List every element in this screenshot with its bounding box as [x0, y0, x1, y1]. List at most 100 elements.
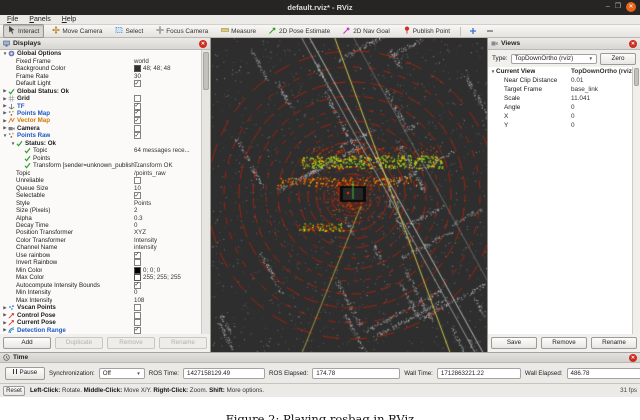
- display-row-current-pose[interactable]: ▶Current Pose: [0, 319, 202, 326]
- tool-2d-nav-goal[interactable]: 2D Nav Goal: [338, 24, 395, 38]
- property-row-use-rainbow[interactable]: Use rainbow: [0, 252, 202, 259]
- tool-measure[interactable]: Measure: [216, 24, 261, 38]
- views-scrollbar[interactable]: [632, 67, 640, 334]
- displays-scrollbar[interactable]: [201, 50, 210, 334]
- checkbox[interactable]: [134, 95, 141, 102]
- property-row-style[interactable]: StylePoints: [0, 199, 202, 206]
- property-row-status-ok[interactable]: ▼Status: Ok: [0, 140, 202, 147]
- sync-dropdown[interactable]: Off ▼: [99, 368, 145, 379]
- tool-2d-pose-estimate[interactable]: 2D Pose Estimate: [264, 24, 335, 38]
- tool-move-camera[interactable]: Move Camera: [47, 24, 107, 38]
- property-row-near-clip-distance[interactable]: Near Clip Distance0.01: [488, 76, 633, 85]
- display-row-vscan-points[interactable]: ▶Vscan Points: [0, 304, 202, 311]
- 3d-viewport[interactable]: [211, 38, 487, 352]
- property-row-scale[interactable]: Scale11.041: [488, 94, 633, 103]
- close-panel-icon[interactable]: ✕: [199, 40, 207, 48]
- close-panel-icon[interactable]: ✕: [629, 354, 637, 362]
- property-row-queue-size[interactable]: Queue Size10: [0, 184, 202, 191]
- tool-focus-camera[interactable]: Focus Camera: [151, 24, 213, 38]
- display-row-global-options[interactable]: ▼Global Options: [0, 50, 202, 57]
- property-row-max-intensity[interactable]: Max Intensity108: [0, 296, 202, 303]
- display-row-tf[interactable]: ▶TF: [0, 102, 202, 109]
- rename-button[interactable]: Rename: [591, 337, 637, 349]
- property-row-unreliable[interactable]: Unreliable: [0, 177, 202, 184]
- menu-panels[interactable]: Panels: [29, 16, 50, 23]
- add-tool-button[interactable]: [466, 25, 480, 37]
- checkbox[interactable]: [134, 103, 141, 110]
- display-row-grid[interactable]: ▶Grid: [0, 95, 202, 102]
- wall-elapsed-field[interactable]: 486.78: [567, 368, 640, 379]
- checkbox[interactable]: [134, 110, 141, 117]
- pause-button[interactable]: Pause: [5, 367, 45, 380]
- property-row-alpha[interactable]: Alpha0.3: [0, 214, 202, 221]
- display-row-control-pose[interactable]: ▶Control Pose: [0, 311, 202, 318]
- property-row-selectable[interactable]: Selectable: [0, 192, 202, 199]
- tool-publish-point[interactable]: Publish Point: [398, 24, 455, 38]
- property-row-decay-time[interactable]: Decay Time0: [0, 222, 202, 229]
- property-row-size-pixels[interactable]: Size (Pixels)2: [0, 207, 202, 214]
- tool-interact[interactable]: Interact: [3, 24, 44, 38]
- title-bar[interactable]: default.rviz* - RViz – ❐ ✕: [0, 0, 640, 15]
- checkbox[interactable]: [134, 132, 141, 139]
- displays-panel-header[interactable]: Displays ✕: [0, 38, 210, 50]
- time-panel-header[interactable]: Time ✕: [0, 353, 640, 363]
- property-row-background-color[interactable]: Background Color48; 48; 48: [0, 65, 202, 72]
- checkbox[interactable]: [134, 319, 141, 326]
- property-row-x[interactable]: X0: [488, 112, 633, 121]
- display-row-detection-range[interactable]: ▶Detection Range: [0, 326, 202, 333]
- display-row-points-map[interactable]: ▶Points Map: [0, 110, 202, 117]
- add-button[interactable]: Add: [3, 337, 51, 349]
- checkbox[interactable]: [134, 327, 141, 334]
- property-row-invert-rainbow[interactable]: Invert Rainbow: [0, 259, 202, 266]
- views-panel-header[interactable]: Views ✕: [488, 38, 640, 50]
- remove-button[interactable]: Remove: [541, 337, 587, 349]
- ros-time-field[interactable]: 1427158129.49: [183, 368, 265, 379]
- property-row-fixed-frame[interactable]: Fixed Frameworld: [0, 57, 202, 64]
- close-panel-icon[interactable]: ✕: [629, 40, 637, 48]
- property-row-topic[interactable]: Topic/points_raw: [0, 170, 202, 177]
- checkbox[interactable]: [134, 177, 141, 184]
- minimize-icon[interactable]: –: [606, 2, 610, 12]
- display-row-points-raw[interactable]: ▼Points Raw: [0, 132, 202, 139]
- checkbox[interactable]: [134, 259, 141, 266]
- display-row-global-status-ok[interactable]: ▶Global Status: Ok: [0, 87, 202, 94]
- property-row-position-transformer[interactable]: Position TransformerXYZ: [0, 229, 202, 236]
- checkbox[interactable]: [134, 312, 141, 319]
- checkbox[interactable]: [134, 192, 141, 199]
- property-row-autocompute-intensity-bounds[interactable]: Autocompute Intensity Bounds: [0, 282, 202, 289]
- property-row-max-color[interactable]: Max Color255; 255; 255: [0, 274, 202, 281]
- display-row-camera[interactable]: ▶Camera: [0, 125, 202, 132]
- remove-tool-button[interactable]: [483, 25, 497, 37]
- checkbox[interactable]: [134, 125, 141, 132]
- display-row-vector-map[interactable]: ▶Vector Map: [0, 117, 202, 124]
- wall-time-field[interactable]: 1712863221.22: [437, 368, 521, 379]
- property-row-min-intensity[interactable]: Min Intensity0: [0, 289, 202, 296]
- property-row-frame-rate[interactable]: Frame Rate30: [0, 72, 202, 79]
- view-type-dropdown[interactable]: TopDownOrtho (rviz) ▼: [511, 54, 597, 64]
- property-row-current-view[interactable]: ▼Current ViewTopDownOrtho (rviz): [488, 67, 633, 76]
- menu-help[interactable]: Help: [62, 16, 76, 23]
- zero-button[interactable]: Zero: [600, 53, 636, 65]
- checkbox[interactable]: [134, 282, 141, 289]
- property-row-target-frame[interactable]: Target Framebase_link: [488, 85, 633, 94]
- checkbox[interactable]: [134, 252, 141, 259]
- menu-file[interactable]: File: [7, 16, 18, 23]
- property-row-y[interactable]: Y0: [488, 121, 633, 130]
- property-row-min-color[interactable]: Min Color0; 0; 0: [0, 267, 202, 274]
- close-icon[interactable]: ✕: [626, 2, 636, 12]
- maximize-icon[interactable]: ❐: [615, 2, 621, 12]
- ros-elapsed-field[interactable]: 174.78: [312, 368, 400, 379]
- property-row-transform-sender-unknown-publish[interactable]: Transform [sender=unknown_publish...Tran…: [0, 162, 202, 169]
- checkbox[interactable]: [134, 80, 141, 87]
- checkbox[interactable]: [134, 304, 141, 311]
- reset-button[interactable]: Reset: [3, 386, 25, 396]
- tool-select[interactable]: Select: [110, 24, 148, 38]
- save-button[interactable]: Save: [491, 337, 537, 349]
- property-row-angle[interactable]: Angle0: [488, 103, 633, 112]
- property-row-default-light[interactable]: Default Light: [0, 80, 202, 87]
- property-row-points[interactable]: Points: [0, 155, 202, 162]
- property-row-topic[interactable]: Topic64 messages rece...: [0, 147, 202, 154]
- checkbox[interactable]: [134, 117, 141, 124]
- property-row-channel-name[interactable]: Channel Nameintensity: [0, 244, 202, 251]
- property-row-color-transformer[interactable]: Color TransformerIntensity: [0, 237, 202, 244]
